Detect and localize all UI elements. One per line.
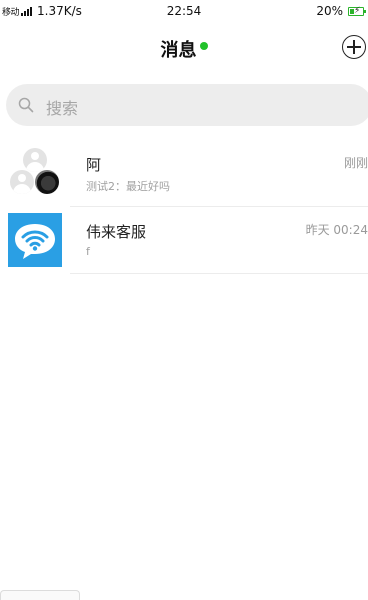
conversation-preview: 测试2：最近好吗	[86, 180, 170, 193]
member-avatar-icon	[23, 148, 47, 172]
search-icon	[18, 97, 34, 113]
status-time: 22:54	[166, 4, 202, 18]
wifi-chat-bubble-icon	[15, 224, 55, 259]
conversation-name: 伟来客服	[86, 223, 147, 241]
conversation-list: 阿 测试2：最近好吗 刚刚 伟来客服 f 昨天 00:24	[0, 140, 368, 274]
conversation-item[interactable]: 阿 测试2：最近好吗 刚刚	[10, 140, 368, 207]
nav-bar: 消息	[0, 22, 368, 74]
avatar	[8, 213, 62, 267]
conversation-time: 刚刚	[343, 156, 368, 170]
conversation-preview: f	[86, 245, 90, 258]
member-avatar-icon	[10, 170, 34, 194]
battery-icon: ⚡	[348, 6, 366, 16]
screen: 移动 1.37K/s 22:54 20% ⚡ 消息 搜索 阿 测试2：最近好吗 …	[0, 0, 368, 600]
page-title: 消息	[160, 40, 197, 61]
status-bar: 移动 1.37K/s 22:54 20% ⚡	[0, 0, 368, 22]
search-input[interactable]: 搜索	[6, 84, 368, 126]
online-status-dot	[199, 42, 208, 50]
status-right: 20% ⚡	[316, 4, 366, 18]
group-avatar-icon	[8, 146, 62, 200]
conversation-name: 阿	[86, 156, 102, 174]
nav-title-wrap: 消息	[0, 36, 368, 62]
conversation-time: 昨天 00:24	[305, 223, 368, 237]
add-button[interactable]	[342, 35, 366, 59]
member-photo-avatar	[35, 170, 59, 194]
avatar	[8, 146, 62, 200]
conversation-item[interactable]: 伟来客服 f 昨天 00:24	[8, 207, 368, 274]
battery-percent: 20%	[316, 4, 343, 18]
bottom-tab-edge	[0, 590, 80, 600]
search-placeholder: 搜索	[46, 99, 79, 118]
wifi-service-icon	[8, 213, 62, 267]
